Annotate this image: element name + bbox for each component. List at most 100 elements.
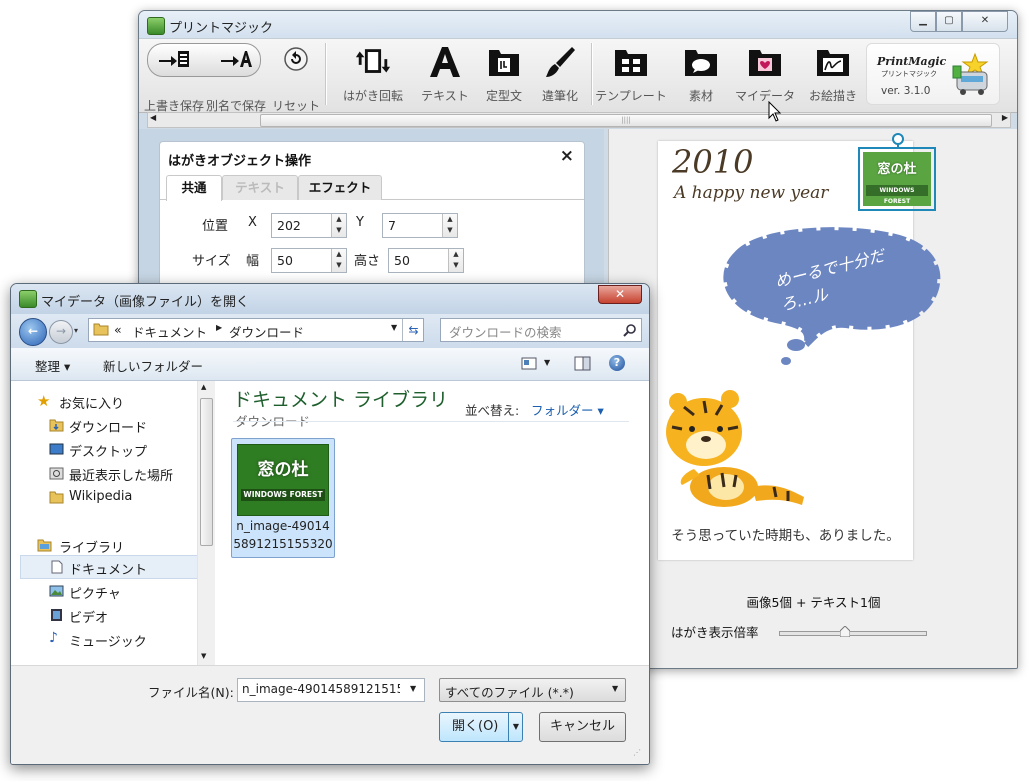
spin-arrows-icon[interactable]: ▲ ▼ [442, 214, 457, 237]
template-button[interactable]: テンプレート [595, 43, 667, 104]
thumb-bottom-text: WINDOWS FOREST [241, 489, 325, 501]
view-options-icon[interactable] [521, 357, 537, 370]
search-input[interactable]: ダウンロードの検索 [440, 318, 642, 342]
spin-arrows-icon[interactable]: ▲ ▼ [448, 249, 463, 272]
tab-effect[interactable]: エフェクト [298, 175, 382, 200]
template-label: テンプレート [595, 89, 667, 103]
open-dropdown-icon[interactable]: ▼ [508, 713, 523, 741]
scroll-left-arrow-icon[interactable]: ◀ [150, 113, 156, 122]
panel-close-icon[interactable]: × [560, 146, 574, 166]
nav-item-videos[interactable]: ビデオ [51, 607, 108, 626]
filename-input[interactable]: n_image-490145891215155: ▼ [237, 678, 425, 702]
cancel-button[interactable]: キャンセル [539, 712, 626, 742]
reset-icon [277, 43, 315, 75]
view-dropdown-icon[interactable]: ▼ [544, 358, 550, 367]
breadcrumb-downloads[interactable]: ダウンロード [229, 322, 304, 341]
overwrite-save-button[interactable]: 上書き保存 [143, 43, 205, 114]
filename-dropdown-icon[interactable]: ▼ [410, 684, 416, 693]
open-button[interactable]: 開く(O) ▼ [439, 712, 523, 742]
width-input[interactable]: 50 ▲ ▼ [271, 248, 347, 273]
file-item[interactable]: 窓の杜 WINDOWS FOREST n_image-49014 5891215… [231, 438, 335, 558]
stamp-bottom-text: WINDOWS FOREST [866, 185, 928, 205]
material-button[interactable]: 素材 [671, 43, 731, 104]
resize-grip-icon[interactable]: ⋰ [633, 748, 641, 757]
preview-pane-icon[interactable] [574, 356, 591, 371]
printer-mascot-icon [952, 52, 989, 95]
sort-dropdown[interactable]: フォルダー ▾ [531, 400, 604, 419]
rotate-postcard-button[interactable]: はがき回転 [333, 43, 413, 104]
postcard[interactable]: 2010 A happy new year 窓の杜 WINDOWS FOREST… [658, 133, 941, 560]
nav-item-recent[interactable]: 最近表示した場所 [49, 465, 174, 484]
fixed-phrase-label: 定型文 [485, 89, 522, 103]
selected-image-frame[interactable]: 窓の杜 WINDOWS FOREST [858, 147, 936, 211]
zoom-slider-thumb[interactable] [839, 625, 851, 638]
minimize-button[interactable]: ▁ [910, 11, 936, 32]
text-button[interactable]: テキスト [415, 43, 475, 104]
nav-item-downloads[interactable]: ダウンロード [49, 417, 147, 436]
back-button[interactable]: ← [19, 318, 47, 346]
maximize-button[interactable]: ▢ [936, 11, 962, 32]
brush-button[interactable]: 違筆化 [531, 43, 589, 104]
rotate-handle-stem [897, 143, 899, 147]
spin-arrows-icon[interactable]: ▲ ▼ [331, 214, 346, 237]
scrollbar-thumb[interactable]: |||| [260, 114, 992, 127]
breadcrumb-overflow[interactable]: « [114, 322, 122, 337]
tab-common[interactable]: 共通 [166, 175, 222, 201]
brush-icon [541, 43, 579, 81]
save-as-button[interactable]: 別名で保存 [205, 43, 267, 114]
nav-scrollbar-thumb[interactable] [200, 398, 213, 546]
y-input[interactable]: 7 ▲ ▼ [382, 213, 458, 238]
refresh-icon[interactable]: ⇆ [402, 319, 424, 341]
nav-scrollbar[interactable]: ▲ ▼ [197, 381, 214, 665]
zoom-slider[interactable] [779, 625, 927, 638]
recent-pages-icon[interactable]: ▾ [74, 326, 78, 335]
tab-text[interactable]: テキスト [222, 175, 298, 200]
filetype-value: すべてのファイル (*.*) [445, 685, 574, 700]
nav-item-wikipedia[interactable]: Wikipedia [49, 489, 132, 504]
close-button[interactable]: ✕ [962, 11, 1008, 32]
drawing-button[interactable]: お絵描き [803, 43, 863, 104]
zoom-label: はがき表示倍率 [671, 625, 759, 640]
address-dropdown-icon[interactable]: ▼ [391, 323, 397, 332]
spin-arrows-icon[interactable]: ▲ ▼ [331, 249, 346, 272]
search-placeholder: ダウンロードの検索 [449, 325, 562, 340]
fixed-phrase-button[interactable]: 定型文 [475, 43, 533, 104]
breadcrumb-separator-icon[interactable]: ▶ [216, 323, 222, 332]
organize-menu[interactable]: 整理 ▾ [35, 356, 70, 375]
scroll-right-arrow-icon[interactable]: ▶ [1002, 113, 1008, 122]
scroll-up-arrow-icon[interactable]: ▲ [201, 383, 206, 391]
help-icon[interactable]: ? [609, 355, 625, 371]
scroll-down-arrow-icon[interactable]: ▼ [201, 652, 206, 660]
nav-item-music[interactable]: ♪ ミュージック [49, 630, 147, 650]
nav-item-label: 最近表示した場所 [69, 469, 174, 484]
height-input[interactable]: 50 ▲ ▼ [388, 248, 464, 273]
dialog-close-button[interactable]: ✕ [598, 285, 642, 304]
filetype-dropdown-icon[interactable]: ▼ [612, 684, 618, 693]
toolbar-separator [591, 43, 593, 105]
horizontal-scrollbar[interactable]: ◀ |||| ▶ [147, 112, 1011, 128]
file-name-line1: n_image-49014 [236, 519, 330, 533]
breadcrumb-documents[interactable]: ドキュメント [132, 322, 207, 341]
file-name-line2: 5891215155320 [233, 537, 333, 551]
recent-places-icon [49, 467, 64, 480]
my-data-button[interactable]: マイデータ [733, 43, 797, 104]
address-bar[interactable]: « ドキュメント ▶ ダウンロード ▼ ⇆ [88, 318, 424, 342]
search-icon[interactable] [623, 323, 637, 337]
filename-label: ファイル名(N): [148, 685, 234, 700]
rotate-postcard-label: はがき回転 [342, 89, 403, 103]
nav-item-desktop[interactable]: デスクトップ [49, 441, 148, 460]
filetype-select[interactable]: すべてのファイル (*.*) ▼ [439, 678, 626, 702]
position-label: 位置 [202, 219, 229, 234]
nav-item-pictures[interactable]: ピクチャ [49, 583, 121, 602]
nav-favorites[interactable]: ★ お気に入り [37, 392, 124, 412]
new-folder-button[interactable]: 新しいフォルダー [103, 356, 203, 375]
width-value: 50 [277, 253, 293, 268]
height-value: 50 [394, 253, 410, 268]
reset-button[interactable]: リセット [271, 43, 321, 114]
nav-libraries[interactable]: ライブラリ [37, 537, 124, 556]
x-input[interactable]: 202 ▲ ▼ [271, 213, 347, 238]
nav-item-documents[interactable]: ドキュメント [51, 559, 147, 578]
nav-item-label: デスクトップ [69, 445, 148, 460]
my-data-icon [746, 43, 784, 81]
forward-button[interactable]: → [49, 320, 73, 344]
